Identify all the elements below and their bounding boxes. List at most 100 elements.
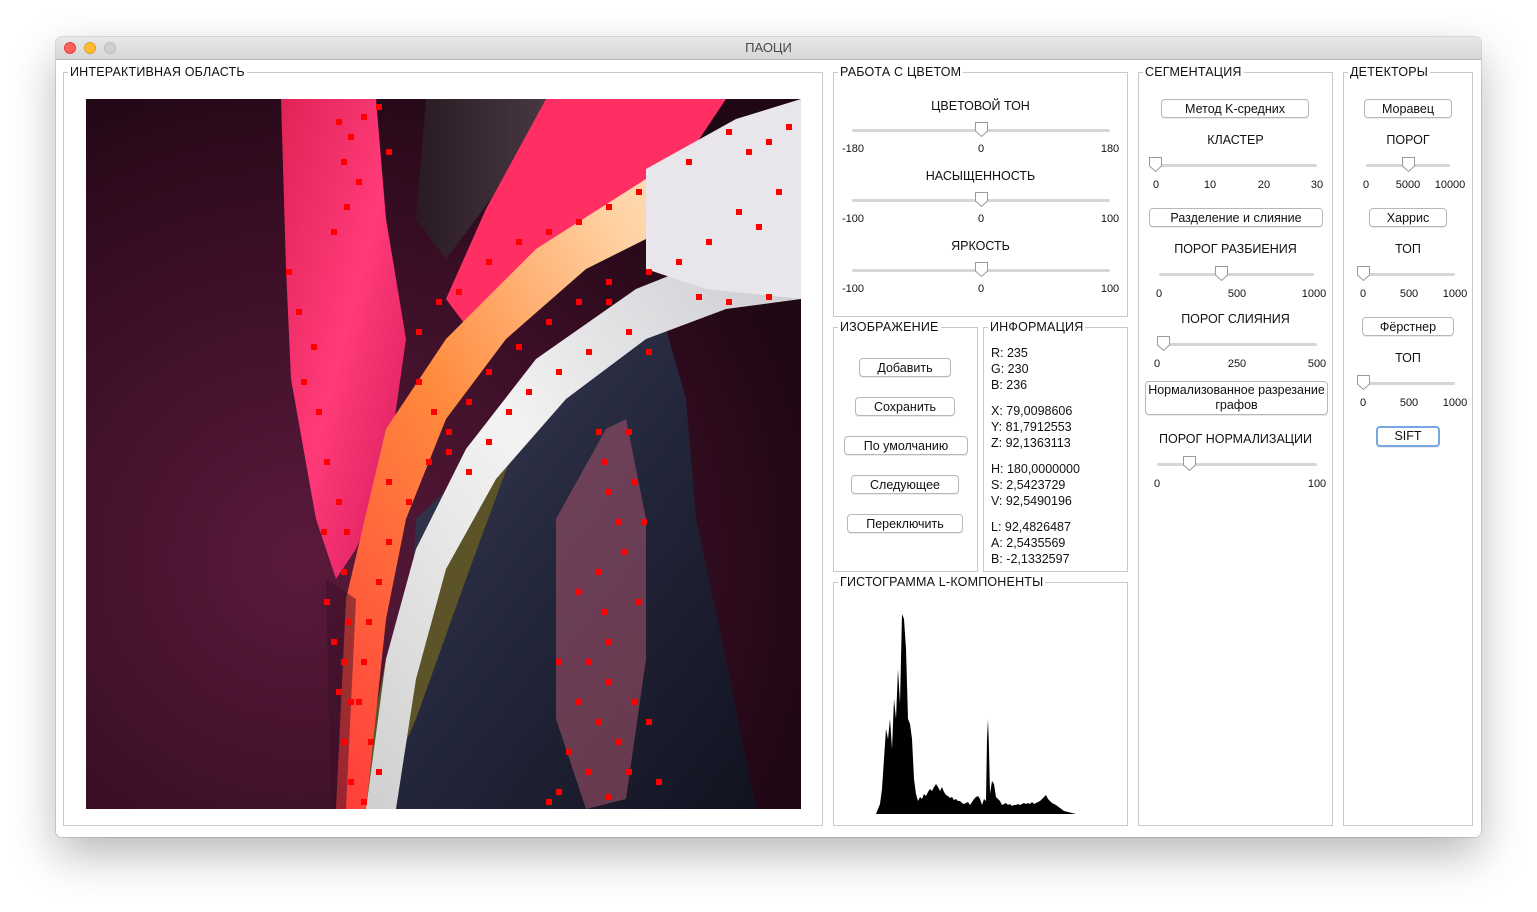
forstner-top-slider[interactable]: [1357, 374, 1455, 392]
add-image-button[interactable]: Добавить: [859, 358, 951, 377]
merge-tick-0: 0: [1153, 358, 1161, 370]
saturation-max-tick: 100: [1100, 213, 1120, 225]
next-image-button[interactable]: Следующее: [851, 475, 959, 494]
moravec-threshold-label: ПОРОГ: [1386, 133, 1430, 147]
harris-top-slider-track: [1363, 273, 1455, 276]
harris-top-tick-1000: 1000: [1442, 288, 1468, 300]
split-threshold-slider-thumb[interactable]: [1214, 265, 1229, 282]
split-threshold-slider[interactable]: [1159, 265, 1314, 283]
norm-tick-0: 0: [1153, 478, 1161, 490]
split-threshold-label: ПОРОГ РАЗБИЕНИЯ: [1174, 242, 1297, 256]
info-r: R: 235: [991, 346, 1028, 360]
forstner-top-label: ТОП: [1395, 351, 1421, 365]
kmeans-button[interactable]: Метод K-средних: [1161, 99, 1309, 118]
image-panel: ИЗОБРАЖЕНИЕ Добавить Сохранить По умолча…: [833, 320, 978, 572]
harris-top-tick-500: 500: [1399, 288, 1419, 300]
forstner-top-slider-thumb[interactable]: [1356, 374, 1371, 391]
histogram-panel: ГИСТОГРАММА L-КОМПОНЕНТЫ: [833, 575, 1128, 826]
cluster-label: КЛАСТЕР: [1207, 133, 1264, 147]
segmentation-legend: СЕГМЕНТАЦИЯ: [1145, 65, 1242, 79]
forstner-top-tick-0: 0: [1359, 397, 1367, 409]
info-b: B: 236: [991, 378, 1028, 392]
forstner-top-slider-track: [1363, 382, 1455, 385]
info-lab-b: B: -2,1332597: [991, 552, 1070, 566]
split-threshold-slider-track: [1159, 273, 1314, 276]
window-title: ПАОЦИ: [745, 40, 792, 55]
cluster-slider[interactable]: [1149, 156, 1317, 174]
sift-button[interactable]: SIFT: [1376, 426, 1440, 447]
hue-max-tick: 180: [1100, 143, 1120, 155]
info-x: X: 79,0098606: [991, 404, 1073, 418]
info-y: Y: 81,7912553: [991, 420, 1072, 434]
threshold-tick-5000: 5000: [1395, 179, 1421, 191]
split-merge-button[interactable]: Разделение и слияние: [1149, 208, 1323, 227]
image-canvas-art: [86, 99, 801, 809]
info-z: Z: 92,1363113: [991, 436, 1071, 450]
harris-button[interactable]: Харрис: [1369, 208, 1447, 227]
cluster-tick-30: 30: [1310, 179, 1324, 191]
hue-mid-tick: 0: [977, 143, 985, 155]
info-legend: ИНФОРМАЦИЯ: [990, 320, 1084, 334]
brightness-slider[interactable]: [852, 261, 1110, 279]
saturation-label: НАСЫЩЕННОСТЬ: [925, 169, 1036, 183]
cluster-tick-0: 0: [1152, 179, 1160, 191]
info-a: A: 2,5435569: [991, 536, 1066, 550]
saturation-min-tick: -100: [841, 213, 865, 225]
cluster-slider-track: [1155, 164, 1317, 167]
harris-top-label: ТОП: [1395, 242, 1421, 256]
segmentation-panel: СЕГМЕНТАЦИЯ Метод K-средних КЛАСТЕР 0 10…: [1138, 65, 1333, 826]
info-v: V: 92,5490196: [991, 494, 1072, 508]
info-h: H: 180,0000000: [991, 462, 1080, 476]
moravec-threshold-slider-thumb[interactable]: [1401, 156, 1416, 173]
normalization-threshold-slider-thumb[interactable]: [1182, 455, 1197, 472]
detectors-panel: ДЕТЕКТОРЫ Моравец ПОРОГ 0 5000 10000 Хар…: [1343, 65, 1473, 826]
moravec-button[interactable]: Моравец: [1364, 99, 1452, 118]
normalization-threshold-label: ПОРОГ НОРМАЛИЗАЦИИ: [1159, 432, 1312, 446]
image-canvas[interactable]: [86, 99, 801, 809]
color-legend: РАБОТА С ЦВЕТОМ: [840, 65, 962, 79]
forstner-button[interactable]: Фёрстнер: [1362, 317, 1454, 336]
split-tick-500: 500: [1227, 288, 1247, 300]
harris-top-slider[interactable]: [1357, 265, 1455, 283]
interactive-area-panel: ИНТЕРАКТИВНАЯ ОБЛАСТЬ: [63, 65, 823, 826]
hue-min-tick: -180: [841, 143, 865, 155]
merge-tick-500: 500: [1307, 358, 1327, 370]
brightness-slider-thumb[interactable]: [974, 261, 989, 278]
info-l: L: 92,4826487: [991, 520, 1071, 534]
title-bar[interactable]: ПАОЦИ: [56, 37, 1481, 60]
brightness-max-tick: 100: [1100, 283, 1120, 295]
reset-default-button[interactable]: По умолчанию: [844, 436, 968, 455]
hue-slider[interactable]: [852, 121, 1110, 139]
cluster-slider-thumb[interactable]: [1148, 156, 1163, 173]
saturation-mid-tick: 0: [977, 213, 985, 225]
detectors-legend: ДЕТЕКТОРЫ: [1350, 65, 1429, 79]
image-legend: ИЗОБРАЖЕНИЕ: [840, 320, 939, 334]
merge-threshold-label: ПОРОГ СЛИЯНИЯ: [1181, 312, 1290, 326]
save-image-button[interactable]: Сохранить: [855, 397, 955, 416]
hue-label: ЦВЕТОВОЙ ТОН: [931, 99, 1030, 113]
normalization-threshold-slider[interactable]: [1157, 455, 1317, 473]
moravec-threshold-slider[interactable]: [1366, 156, 1450, 174]
forstner-top-tick-500: 500: [1399, 397, 1419, 409]
merge-threshold-slider[interactable]: [1157, 335, 1317, 353]
forstner-top-tick-1000: 1000: [1442, 397, 1468, 409]
app-window: ПАОЦИ ИНТЕРАКТИВНАЯ ОБЛАСТЬ РАБОТА С ЦВЕ…: [56, 37, 1481, 837]
brightness-mid-tick: 0: [977, 283, 985, 295]
info-panel: ИНФОРМАЦИЯ R: 235 G: 230 B: 236 X: 79,00…: [983, 320, 1128, 572]
norm-tick-100: 100: [1307, 478, 1327, 490]
toggle-image-button[interactable]: Переключить: [847, 514, 963, 533]
merge-tick-250: 250: [1227, 358, 1247, 370]
normalized-cut-button[interactable]: Нормализованное разрезание графов: [1145, 381, 1328, 415]
info-g: G: 230: [991, 362, 1029, 376]
hue-slider-thumb[interactable]: [974, 121, 989, 138]
color-panel: РАБОТА С ЦВЕТОМ ЦВЕТОВОЙ ТОН -180 0 180 …: [833, 65, 1128, 317]
merge-threshold-slider-thumb[interactable]: [1156, 335, 1171, 352]
window-content: ИНТЕРАКТИВНАЯ ОБЛАСТЬ РАБОТА С ЦВЕТОМ ЦВ…: [56, 60, 1481, 837]
saturation-slider[interactable]: [852, 191, 1110, 209]
normalization-threshold-slider-track: [1157, 463, 1317, 466]
brightness-min-tick: -100: [841, 283, 865, 295]
harris-top-slider-thumb[interactable]: [1356, 265, 1371, 282]
merge-threshold-slider-track: [1157, 343, 1317, 346]
saturation-slider-thumb[interactable]: [974, 191, 989, 208]
info-s: S: 2,5423729: [991, 478, 1066, 492]
